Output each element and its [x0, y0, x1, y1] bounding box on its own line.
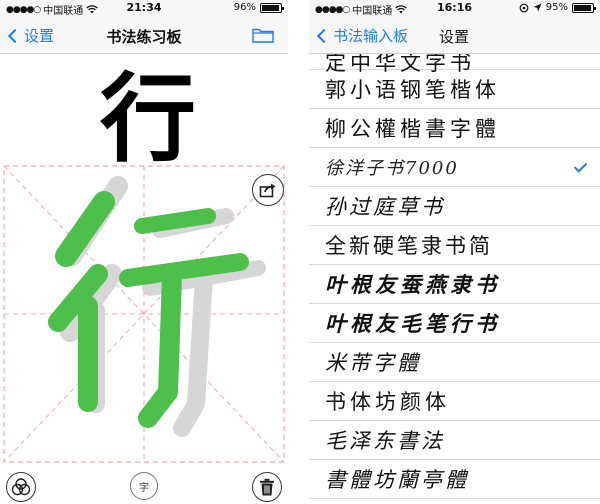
font-list-item[interactable]: 米芾字體 — [309, 343, 600, 382]
status-right: 95% — [519, 2, 596, 13]
character-button-label: 字 — [139, 482, 149, 494]
battery-percent: 95% — [545, 2, 568, 13]
font-list-item[interactable]: 孙过庭草书 — [309, 187, 600, 226]
back-button-label: 设置 — [24, 27, 55, 45]
font-list-item[interactable]: 叶根友蚕燕隶书 — [309, 265, 600, 304]
practice-grid[interactable] — [0, 164, 288, 464]
font-name: 书体坊颜体 — [325, 390, 450, 414]
chevron-left-icon — [7, 28, 23, 43]
folder-icon[interactable] — [252, 27, 274, 43]
font-list-item[interactable]: 全新硬笔隶书简 — [309, 226, 600, 265]
nav-bar: 设置 书法练习板 — [0, 16, 288, 54]
battery-fill — [574, 4, 592, 11]
screen-divider — [288, 0, 309, 504]
font-name: 孙过庭草书 — [325, 195, 445, 219]
character-button[interactable]: 字 — [130, 472, 158, 500]
battery-fill — [262, 4, 280, 11]
calligraphy-practice-screen: ●●●●○ 中国联通 21:34 96% 设置 书法练习板 行 字 — [0, 0, 288, 504]
share-button[interactable] — [252, 174, 284, 206]
font-list-item[interactable]: 郭小语钢笔楷体 — [309, 70, 600, 109]
font-list-item[interactable]: 徐洋子书7000 — [309, 148, 600, 187]
font-list-item[interactable]: 毛泽东書法 — [309, 421, 600, 460]
layers-button[interactable] — [6, 472, 36, 502]
status-bar: ●●●●○ 中国联通 16:16 95% — [309, 0, 600, 17]
location-icon — [533, 3, 542, 12]
status-right: 96% — [233, 2, 284, 13]
font-name: 徐洋子书7000 — [325, 158, 459, 179]
chevron-left-icon — [316, 28, 332, 43]
brush-strokes — [48, 191, 249, 428]
font-list-item[interactable]: 叶根友毛笔行书 — [309, 304, 600, 343]
font-name: 叶根友毛笔行书 — [325, 311, 500, 336]
font-list-item[interactable]: 柳公權楷書字體 — [309, 109, 600, 148]
battery-icon — [260, 2, 284, 13]
page-title: 设置 — [439, 28, 470, 46]
rotation-lock-icon — [519, 3, 529, 12]
trash-icon — [260, 478, 274, 496]
status-bar: ●●●●○ 中国联通 21:34 96% — [0, 0, 288, 17]
back-button[interactable]: 设置 — [6, 25, 54, 46]
font-settings-screen: ●●●●○ 中国联通 16:16 95% 书法输入板 设置 定中华文字书 郭小语… — [309, 0, 600, 504]
share-icon — [259, 183, 276, 198]
font-name: 米芾字體 — [325, 351, 421, 375]
nav-bar: 书法输入板 设置 — [309, 16, 600, 54]
font-name: 全新硬笔隶书简 — [325, 234, 493, 258]
battery-percent: 96% — [233, 2, 256, 13]
model-character: 行 — [100, 62, 196, 164]
font-name: 書體坊蘭亭體 — [325, 468, 469, 492]
battery-icon — [572, 2, 596, 13]
font-name: 毛泽东書法 — [325, 429, 445, 453]
font-list-item[interactable]: 定中华文字书 — [309, 54, 600, 75]
font-list-item[interactable]: 書體坊蘭亭體 — [309, 460, 600, 499]
model-character-canvas: 行 — [100, 62, 196, 175]
model-character-area: 行 — [0, 54, 288, 175]
practice-canvas[interactable] — [0, 164, 288, 464]
font-list-item[interactable]: 书体坊颜体 — [309, 382, 600, 421]
font-name: 叶根友蚕燕隶书 — [325, 272, 500, 297]
delete-button[interactable] — [252, 472, 282, 502]
checkmark-icon — [573, 159, 588, 173]
bottom-toolbar: 字 — [0, 464, 288, 504]
back-button-label: 书法输入板 — [333, 27, 409, 45]
back-button[interactable]: 书法输入板 — [315, 25, 408, 46]
font-name: 柳公權楷書字體 — [325, 117, 500, 141]
font-name: 郭小语钢笔楷体 — [325, 78, 500, 102]
layers-icon — [11, 478, 31, 496]
font-list: 定中华文字书郭小语钢笔楷体 柳公權楷書字體 徐洋子书7000 孙过庭草书全新硬笔隶书简… — [309, 54, 600, 504]
